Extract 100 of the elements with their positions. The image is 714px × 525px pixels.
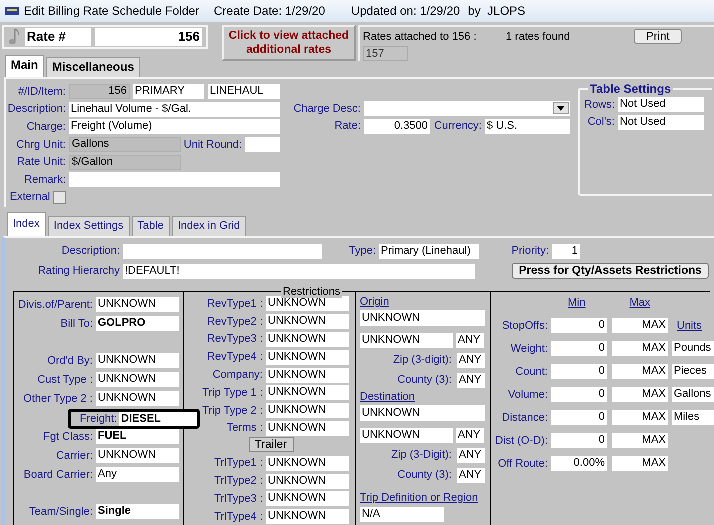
min-field[interactable]: 0 (551, 387, 607, 402)
id-item-field[interactable]: 156 (69, 84, 130, 100)
trip-region-field[interactable]: N/A (360, 507, 444, 522)
index-description-field[interactable] (123, 244, 322, 258)
max-field[interactable]: MAX (612, 410, 668, 425)
restriction-field[interactable]: UNKNOWN (96, 372, 179, 387)
county-field[interactable]: ANY (457, 468, 485, 482)
restriction-field[interactable]: UNKNOWN (266, 314, 349, 330)
charge-field[interactable]: Freight (Volume) (69, 119, 280, 134)
min-field[interactable]: 0 (551, 341, 607, 356)
city-field[interactable]: UNKNOWN (360, 332, 453, 348)
rating-hierarchy-field[interactable]: !DEFAULT! (123, 264, 475, 278)
min-field[interactable]: 0 (551, 318, 607, 333)
field-label: Ord'd By: (46, 354, 94, 366)
field-label: Count: (514, 366, 549, 378)
print-button[interactable]: Print (634, 29, 682, 44)
max-field[interactable]: MAX (612, 387, 668, 402)
view-attached-rates-button[interactable]: Click to view attached additional rates (222, 25, 356, 61)
restriction-field[interactable]: UNKNOWN (266, 491, 349, 506)
remark-field[interactable] (69, 172, 280, 188)
app-icon (5, 6, 19, 16)
place-link[interactable]: Origin (360, 295, 390, 309)
restriction-field[interactable]: UNKNOWN (96, 297, 179, 312)
unit-field[interactable]: Pounds (672, 341, 714, 356)
city-field[interactable]: UNKNOWN (360, 428, 453, 442)
group-title: Table Settings (589, 82, 672, 96)
max-field[interactable]: MAX (612, 433, 668, 448)
unit-field[interactable]: Gallons (672, 387, 714, 402)
trailer-button[interactable]: Trailer (248, 437, 294, 452)
charge-unit-field[interactable]: Gallons (69, 137, 181, 152)
charge-rate-field[interactable]: 0.3500 (364, 118, 430, 134)
unit-field[interactable]: Pieces (672, 364, 714, 379)
id-item-field[interactable]: PRIMARY (133, 84, 204, 100)
state-field[interactable]: ANY (456, 332, 484, 348)
restriction-field[interactable]: UNKNOWN (266, 350, 349, 365)
restriction-field[interactable]: UNKNOWN (266, 332, 349, 347)
restriction-field[interactable]: UNKNOWN (266, 385, 349, 400)
field-label: Dist (O-D): (495, 434, 549, 446)
rate-number-field[interactable]: 156 (95, 28, 202, 46)
restriction-field[interactable]: UNKNOWN (266, 296, 349, 312)
attached-rate-item[interactable]: 157 (363, 46, 408, 61)
restriction-field[interactable]: DIESEL (119, 412, 197, 426)
restriction-field[interactable]: UNKNOWN (266, 509, 349, 524)
external-checkbox[interactable] (53, 190, 66, 204)
max-field[interactable]: MAX (612, 364, 668, 379)
currency-field[interactable]: $ U.S. (485, 118, 570, 134)
place-name-field[interactable]: UNKNOWN (360, 405, 485, 421)
restriction-field[interactable]: UNKNOWN (266, 474, 349, 489)
restriction-field[interactable]: UNKNOWN (96, 353, 179, 368)
field-label: Team/Single: (28, 506, 94, 518)
trip-definition-link[interactable]: Trip Definition or Region (360, 491, 478, 505)
units-link[interactable]: Units (677, 320, 702, 332)
state-field[interactable]: ANY (456, 428, 484, 442)
place-link[interactable]: Destination (360, 390, 416, 404)
min-field[interactable]: 0 (551, 410, 607, 425)
place-name-field[interactable]: UNKNOWN (360, 310, 485, 326)
county-field[interactable]: ANY (457, 372, 485, 388)
min-field[interactable]: 0 (551, 433, 607, 448)
tab[interactable]: Main (5, 55, 44, 77)
zip-field[interactable]: ANY (457, 448, 485, 462)
restriction-field[interactable]: UNKNOWN (266, 368, 349, 383)
tab[interactable]: Miscellaneous (46, 57, 140, 77)
max-column-link[interactable]: Max (630, 297, 651, 309)
field-label: Freight: (79, 413, 118, 425)
restriction-field[interactable]: GOLPRO (96, 316, 179, 331)
restriction-field[interactable]: Single (96, 504, 179, 519)
type-field[interactable]: Primary (Linehaul) (379, 244, 479, 258)
tab[interactable]: Index (7, 212, 46, 236)
restriction-field[interactable]: UNKNOWN (266, 456, 349, 471)
field-label: Volume: (507, 388, 549, 400)
min-column-link[interactable]: Min (568, 297, 586, 309)
restriction-field[interactable]: UNKNOWN (96, 448, 179, 463)
restriction-field[interactable]: FUEL (96, 429, 179, 444)
max-field[interactable]: MAX (612, 318, 668, 333)
tab[interactable]: Table (132, 216, 170, 236)
tab[interactable]: Index Settings (48, 216, 130, 236)
restriction-field[interactable]: UNKNOWN (266, 403, 349, 418)
unit-round-field[interactable] (245, 137, 280, 152)
zip-field[interactable]: ANY (457, 352, 485, 368)
priority-field[interactable]: 1 (552, 244, 580, 258)
rate-unit-field[interactable]: $/Gallon (69, 154, 181, 170)
min-field[interactable]: 0.00% (551, 456, 607, 471)
restriction-field[interactable]: Any (96, 467, 179, 482)
cols-field[interactable]: Not Used (618, 114, 704, 130)
max-field[interactable]: MAX (612, 456, 668, 471)
restriction-field[interactable]: UNKNOWN (96, 391, 179, 406)
field-label: RevType2 : (206, 316, 264, 328)
min-field[interactable]: 0 (551, 364, 607, 379)
qty-assets-restrictions-button[interactable]: Press for Qty/Assets Restrictions (512, 263, 709, 279)
field-label: Col's: (586, 116, 616, 128)
field-label: Priority: (510, 245, 550, 257)
max-field[interactable]: MAX (612, 341, 668, 356)
tab[interactable]: Index in Grid (172, 216, 246, 236)
updated-by: by JLOPS (468, 4, 526, 18)
rows-field[interactable]: Not Used (618, 97, 704, 112)
field-label: Terms : (226, 422, 264, 434)
description-field[interactable]: Linehaul Volume - $/Gal. (69, 102, 280, 117)
id-item-field[interactable]: LINEHAUL (208, 84, 280, 100)
unit-field[interactable]: Miles (672, 410, 714, 425)
restriction-field[interactable]: UNKNOWN (266, 420, 349, 436)
